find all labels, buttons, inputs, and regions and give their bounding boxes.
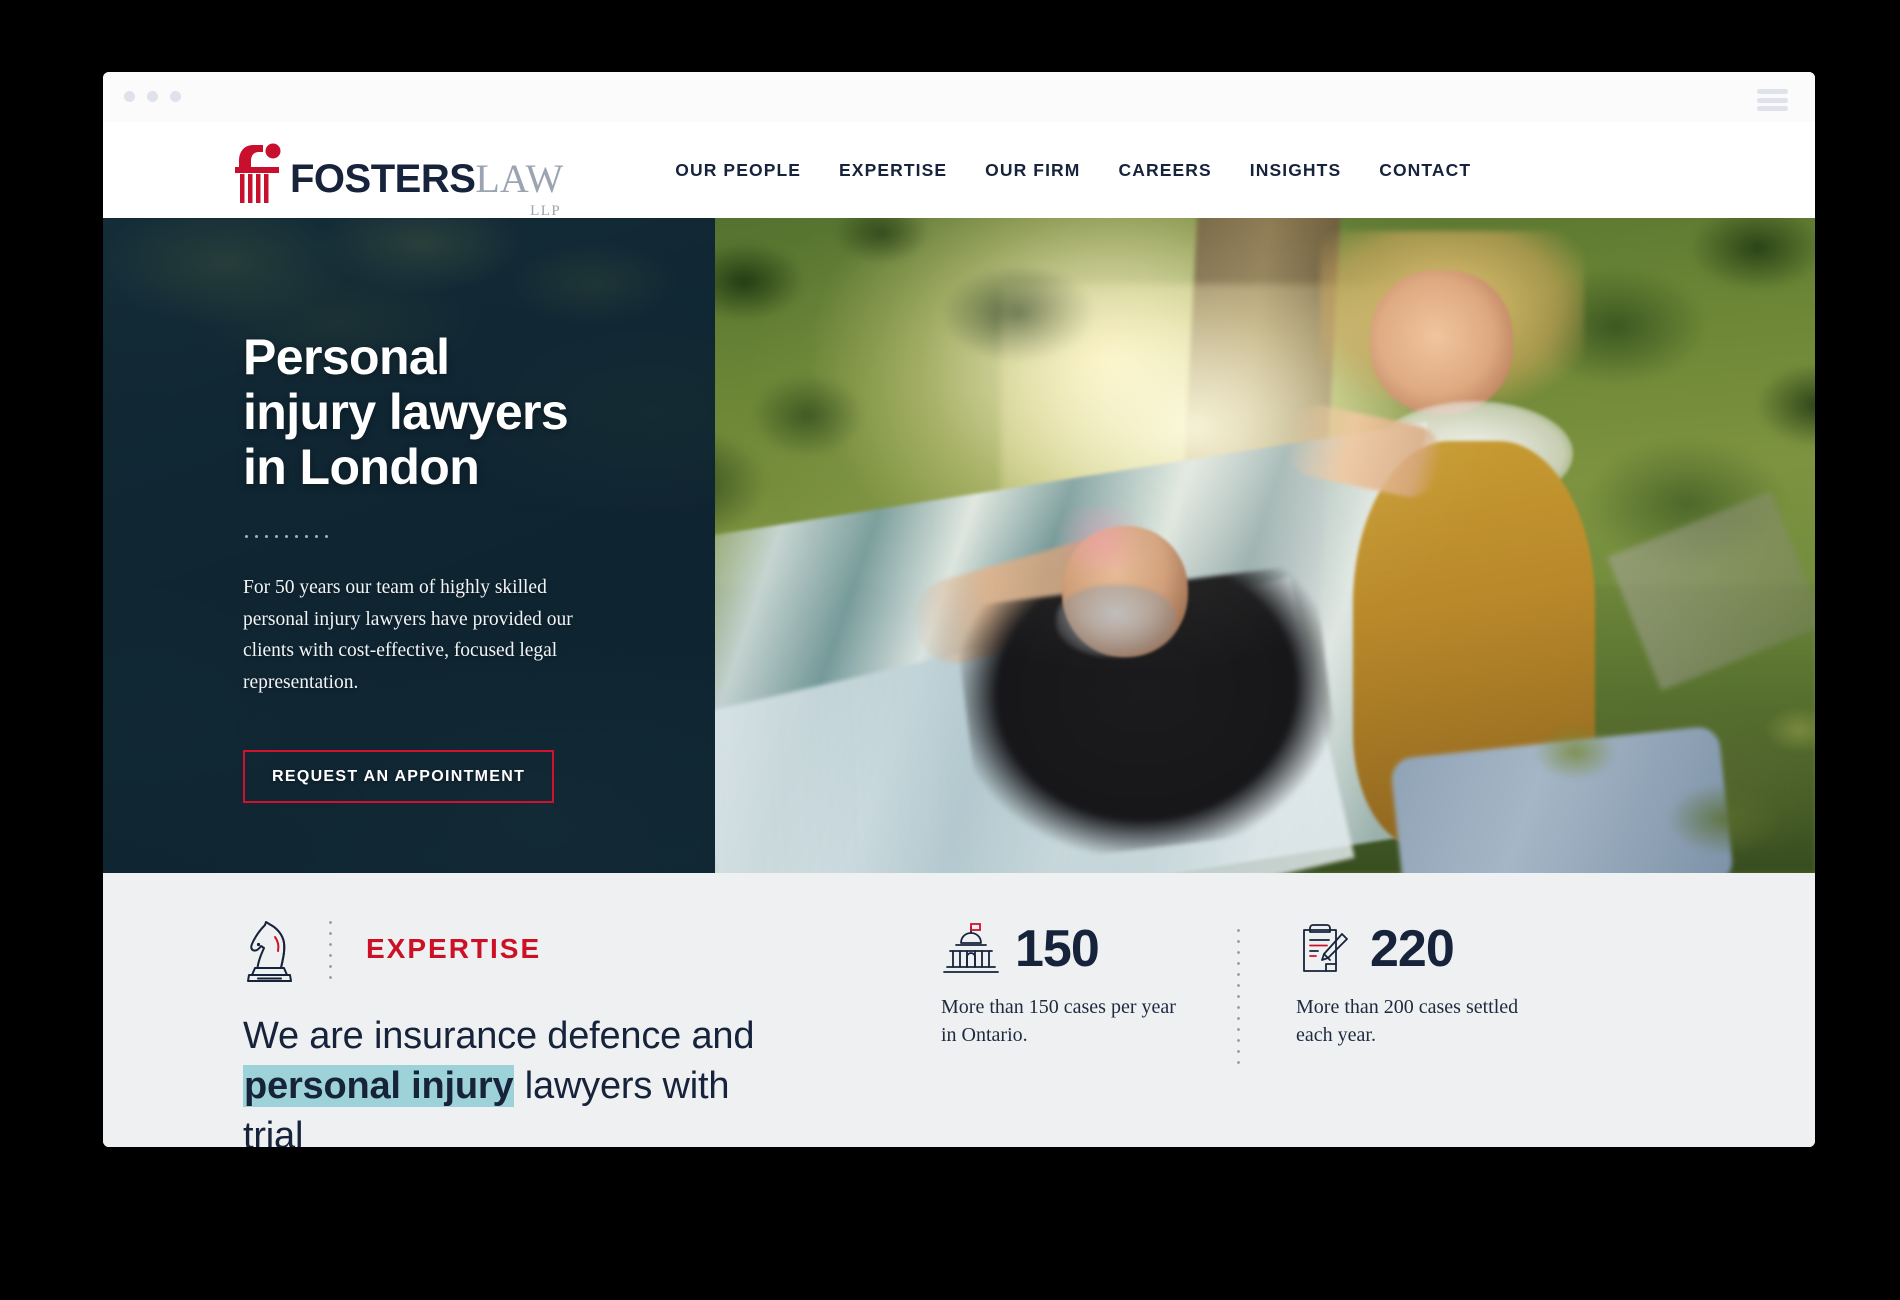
- page-title: Personal injury lawyers in London: [243, 330, 573, 495]
- photo-glow-overlay: [715, 218, 1815, 873]
- hamburger-bar-2: [1757, 97, 1788, 103]
- hamburger-bar-3: [1757, 106, 1788, 111]
- nav-item-careers[interactable]: CAREERS: [1118, 160, 1211, 181]
- courthouse-icon: [943, 923, 999, 973]
- expertise-stats-band: EXPERTISE We are insurance defence and p…: [103, 873, 1815, 1147]
- stats-block: 150 More than 150 cases per year in Onta…: [793, 915, 1815, 1147]
- nav-item-contact[interactable]: CONTACT: [1379, 160, 1471, 181]
- stat-description: More than 200 cases settled each year.: [1296, 996, 1519, 1046]
- dotted-divider: [245, 535, 573, 538]
- clipboard-pen-icon: [1303, 924, 1348, 972]
- hero-content: Personal injury lawyers in London For 50…: [103, 218, 573, 804]
- expertise-label: EXPERTISE: [366, 933, 542, 964]
- expertise-block: EXPERTISE We are insurance defence and p…: [103, 915, 793, 1147]
- photo-lens-flare: [1045, 506, 1155, 572]
- stat-number: 220: [1370, 920, 1455, 978]
- nav-item-insights[interactable]: INSIGHTS: [1250, 160, 1341, 181]
- chess-knight-icon: [247, 921, 292, 982]
- window-dot-maximize[interactable]: [170, 91, 181, 102]
- stat-card-cases-per-year: 150 More than 150 cases per year in Onta…: [941, 921, 1201, 1147]
- hero-title-line-1: Personal: [243, 329, 450, 385]
- nav-item-our-people[interactable]: OUR PEOPLE: [675, 160, 801, 181]
- hero-paragraph: For 50 years our team of highly skilled …: [243, 577, 573, 693]
- logo-law-text: LAW: [475, 156, 564, 201]
- hero-section: Personal injury lawyers in London For 50…: [103, 218, 1815, 873]
- request-appointment-button[interactable]: REQUEST AN APPOINTMENT: [243, 750, 555, 804]
- expertise-dotted-separator: [329, 917, 332, 981]
- page-root: FOSTERS LAW LLP OUR PEOPLE EXPERTISE OUR…: [0, 0, 1900, 1300]
- expertise-heading-part-1: We are insurance defence and: [243, 1015, 755, 1057]
- site-header: FOSTERS LAW LLP OUR PEOPLE EXPERTISE OUR…: [103, 122, 1815, 220]
- main-navigation: OUR PEOPLE EXPERTISE OUR FIRM CAREERS IN…: [675, 160, 1471, 181]
- site-logo[interactable]: FOSTERS LAW LLP: [235, 141, 564, 220]
- hero-photo-composition: [715, 218, 1815, 873]
- window-dot-close[interactable]: [124, 91, 135, 102]
- window-controls: [124, 91, 181, 102]
- expertise-heading-highlight: personal injury: [243, 1065, 515, 1108]
- browser-titlebar: [103, 72, 1815, 122]
- stat-header: 150: [941, 921, 1201, 977]
- stat-number: 150: [1015, 920, 1100, 978]
- stat-card-cases-settled: 220 More than 200 cases settled each yea…: [1296, 921, 1556, 1147]
- hero-title-line-3: in London: [243, 439, 480, 495]
- expertise-heading: We are insurance defence and personal in…: [243, 1011, 793, 1147]
- window-dot-minimize[interactable]: [147, 91, 158, 102]
- nav-item-expertise[interactable]: EXPERTISE: [839, 160, 947, 181]
- nav-item-our-firm[interactable]: OUR FIRM: [985, 160, 1080, 181]
- fosters-pillar-figure-icon: [235, 143, 281, 203]
- hero-title-line-2: injury lawyers: [243, 384, 569, 440]
- stats-dotted-separator: [1237, 925, 1240, 1065]
- expertise-label-row: EXPERTISE: [243, 915, 793, 983]
- logo-fosters-text: FOSTERS: [290, 157, 476, 201]
- hero-photo: [715, 218, 1815, 873]
- hamburger-bar-1: [1757, 89, 1788, 94]
- hero-text-panel: Personal injury lawyers in London For 50…: [103, 218, 715, 873]
- logo-wordmark: FOSTERS LAW LLP: [290, 156, 564, 220]
- browser-window: FOSTERS LAW LLP OUR PEOPLE EXPERTISE OUR…: [103, 72, 1815, 1147]
- stat-description: More than 150 cases per year in Ontario.: [941, 996, 1176, 1046]
- hamburger-icon[interactable]: [1757, 89, 1788, 111]
- stat-header: 220: [1296, 921, 1556, 977]
